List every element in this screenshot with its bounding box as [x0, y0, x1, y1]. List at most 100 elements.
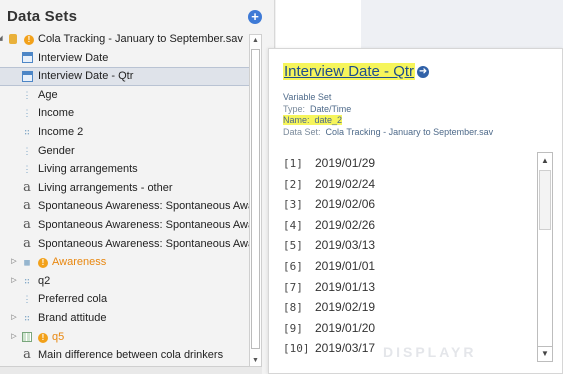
tree-item[interactable]: Interview Date - Qtr	[0, 67, 262, 86]
value-text: 2019/01/29	[315, 156, 376, 170]
numeric-grid-icon: ∷	[24, 313, 30, 324]
tree-item[interactable]: a Living arrangements - other	[0, 179, 262, 198]
scroll-thumb[interactable]	[251, 49, 260, 349]
tree-item-label: q2	[38, 274, 51, 287]
tree-item-label: Cola Tracking - January to September.sav	[38, 33, 243, 45]
value-index: [10]	[283, 342, 310, 356]
scroll-down-icon[interactable]: ▼	[537, 346, 553, 362]
numeric-multi-icon: ∷	[24, 276, 30, 287]
dataset-label: Data Set:	[283, 126, 321, 137]
expand-icon[interactable]: ▷	[10, 272, 18, 291]
variable-preview-card: Interview Date - Qtr ➜ Variable Set Type:…	[268, 48, 563, 374]
tree-scrollbar[interactable]: ▲ ▼	[249, 34, 262, 368]
type-label: Type:	[283, 103, 306, 114]
scroll-up-icon[interactable]: ▲	[250, 35, 261, 47]
tree-item-label: Spontaneous Awareness: Spontaneous Aware…	[38, 218, 262, 231]
numeric-icon: ⋮	[22, 165, 32, 176]
tree-item[interactable]: ▷ ∷ q2	[0, 272, 262, 291]
tree-item[interactable]: ⋮ Income	[0, 104, 262, 123]
tree-item-label: Awareness	[52, 256, 107, 269]
tree-item[interactable]: ∷ Income 2	[0, 123, 262, 142]
name-label: Name:	[283, 115, 310, 125]
text-icon: a	[23, 216, 31, 232]
value-row: [7] 2019/01/13	[283, 277, 523, 298]
panel-title: Data Sets	[7, 8, 78, 25]
value-index: [7]	[283, 280, 303, 294]
value-index: [6]	[283, 259, 303, 273]
value-index: [8]	[283, 301, 303, 315]
tree-item-label: Living arrangements - other	[38, 181, 173, 194]
plus-circle-icon: +	[251, 9, 259, 24]
value-text: 2019/01/13	[315, 279, 376, 294]
tree-item-label: Income 2	[38, 125, 84, 138]
tree-item[interactable]: Interview Date	[0, 49, 262, 68]
value-row: [1] 2019/01/29	[283, 153, 523, 174]
value-text: 2019/01/20	[315, 320, 376, 335]
tree-item-label: Brand attitude	[38, 311, 107, 324]
tree-item[interactable]: a Spontaneous Awareness: Spontaneous Awar…	[0, 197, 262, 216]
value-text: 2019/03/17	[315, 341, 376, 356]
arrow-right-icon[interactable]: ➜	[417, 66, 430, 79]
database-icon	[6, 30, 20, 49]
value-row: [3] 2019/02/06	[283, 194, 523, 215]
tree-item[interactable]: ⋮ Age	[0, 86, 262, 105]
value-row: [9] 2019/01/20	[283, 318, 523, 339]
tree-item[interactable]: a Spontaneous Awareness: Spontaneous Awar…	[0, 235, 262, 254]
data-sets-panel: Data Sets + ◢!Cola Tracking - January to…	[0, 0, 275, 374]
tree-item[interactable]: ⋮ Preferred cola	[0, 290, 262, 309]
warning-icon: !	[36, 328, 50, 347]
scroll-up-icon[interactable]: ▲	[538, 153, 552, 169]
expand-icon[interactable]: ▷	[10, 328, 18, 347]
tree-item[interactable]: ⋮ Living arrangements	[0, 160, 262, 179]
value-text: 2019/02/24	[315, 176, 376, 191]
horizontal-scrollbar[interactable]	[0, 366, 262, 374]
value-row: [4] 2019/02/26	[283, 215, 523, 236]
variable-set-heading: Variable Set	[283, 92, 332, 102]
tree-item[interactable]: ▷ ▦! Awareness	[0, 253, 262, 272]
tree-item[interactable]: ▷ ∷ Brand attitude	[0, 309, 262, 328]
tree-item-label: Interview Date	[38, 51, 109, 64]
tree-item-label: Living arrangements	[38, 163, 138, 176]
tree-item-label: Spontaneous Awareness: Spontaneous Aware…	[38, 237, 262, 250]
expand-icon[interactable]: ▷	[10, 253, 18, 272]
tree-item-label: Interview Date - Qtr	[38, 70, 134, 83]
dataset-value: Cola Tracking - January to September.sav	[325, 126, 494, 137]
value-index: [2]	[283, 177, 303, 191]
numeric-icon: ⋮	[22, 295, 32, 306]
numeric-icon: ⋮	[22, 146, 32, 157]
tree-item-label: Income	[38, 107, 75, 120]
warning-icon: !	[22, 30, 36, 49]
tree-item[interactable]: a Spontaneous Awareness: Spontaneous Awar…	[0, 216, 262, 235]
displayr-watermark: DISPLAYR	[383, 344, 477, 360]
date-icon	[20, 49, 34, 68]
tree-item-label: Gender	[38, 144, 75, 157]
tree-item-label: q5	[52, 330, 65, 343]
values-scrollbar[interactable]: ▲ ▼	[537, 152, 553, 362]
numeric-icon: ⋮	[22, 109, 32, 120]
value-row: [2] 2019/02/24	[283, 174, 523, 195]
workspace-header	[276, 0, 361, 48]
value-index: [9]	[283, 321, 303, 335]
tree-item-label: Age	[38, 88, 58, 101]
date-icon	[20, 68, 34, 85]
add-data-set-button[interactable]: +	[248, 10, 262, 24]
tree-item[interactable]: ⋮ Gender	[0, 142, 262, 161]
tree-item[interactable]: a Main difference between cola drinkers	[0, 346, 262, 365]
collapse-icon[interactable]: ◢	[0, 30, 4, 49]
tree-item[interactable]: ▷! q5	[0, 328, 262, 347]
expand-icon[interactable]: ▷	[10, 309, 18, 328]
value-text: 2019/02/26	[315, 217, 376, 232]
variable-title[interactable]: Interview Date - Qtr ➜	[283, 63, 430, 80]
value-list: [1] 2019/01/29 [2] 2019/02/24 [3] 2019/02/06[…	[283, 153, 523, 359]
type-value: Date/Time	[310, 103, 352, 114]
scroll-thumb[interactable]	[539, 170, 551, 230]
value-row: [6] 2019/01/01	[283, 256, 523, 277]
variable-title-text[interactable]: Interview Date - Qtr	[283, 63, 416, 80]
grid-icon	[20, 328, 34, 347]
warning-icon: !	[36, 253, 50, 272]
tree-item[interactable]: ◢!Cola Tracking - January to September.s…	[0, 30, 262, 49]
tree-item-label: Preferred cola	[38, 293, 108, 306]
text-icon: a	[23, 198, 31, 214]
numeric-multi-icon: ∷	[24, 127, 30, 138]
value-index: [5]	[283, 239, 303, 253]
